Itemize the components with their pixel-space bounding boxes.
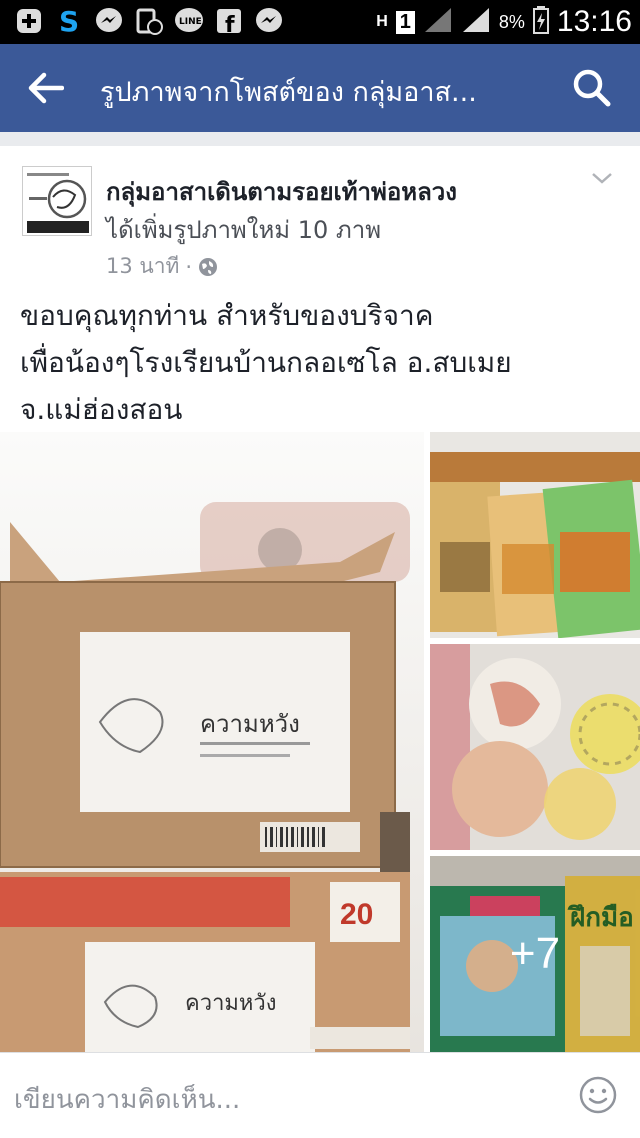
post-menu-button[interactable] [590,166,614,190]
svg-text:LINE: LINE [179,17,202,27]
group-avatar[interactable] [22,166,92,236]
notification-icons: S LINE f [14,6,284,36]
signal-icon [461,6,491,39]
comment-input[interactable]: เขียนความคิดเห็น... [14,1079,240,1120]
messenger-icon [254,6,284,36]
status-bar: S LINE f H 1 8% 13:16 [0,0,640,44]
search-icon [573,69,611,107]
smiley-icon [579,1076,617,1114]
post-action-text: ได้เพิ่มรูปภาพใหม่ 10 ภาพ [106,216,382,244]
photo-books[interactable]: ฝึกมือ +7 [430,856,640,1052]
network-type: H [376,13,388,30]
post-text-line: ขอบคุณทุกท่าน สำหรับของบริจาค [20,299,434,332]
post-message: ขอบคุณทุกท่าน สำหรับของบริจาค เพื่อน้องๆ… [20,292,630,433]
sim-badge: 1 [395,10,415,34]
globe-icon [199,257,218,276]
arrow-left-icon [28,72,64,104]
skype-icon: S [54,6,84,36]
post-header: กลุ่มอาสาเดินตามรอยเท้าพ่อหลวง ได้เพิ่มร… [0,146,640,286]
more-photos-count[interactable]: +7 [430,856,640,1052]
call-log-icon [134,6,164,36]
signal-icon [423,6,453,39]
post-text-line: เพื่อน้องๆโรงเรียนบ้านกลอเซโล อ.สบเมย [20,346,512,379]
svg-text:20: 20 [340,898,373,931]
app-bar: รูปภาพจากโพสต์ของ กลุ่มอาส... [0,44,640,132]
add-icon [14,6,44,36]
post-text-line: จ.แม่ฮ่องสอน [20,393,183,426]
svg-text:S: S [59,7,79,35]
line-icon: LINE [174,6,204,36]
messenger-icon [94,6,124,36]
group-name-link[interactable]: กลุ่มอาสาเดินตามรอยเท้าพ่อหลวง [106,172,457,211]
dot-separator: · [185,254,193,279]
battery-percent: 8% [498,11,525,32]
search-button[interactable] [570,66,614,110]
emoji-button[interactable] [578,1075,618,1115]
page-title: รูปภาพจากโพสต์ของ กลุ่มอาส... [100,77,477,108]
photo-sport-balls[interactable] [430,644,640,850]
battery-icon [532,5,549,39]
box-label-text: ความหวัง [200,710,300,738]
photo-grid: ความหวัง 20 ความหวัง ฝึกมือ +7 [0,432,640,1052]
back-button[interactable] [24,66,68,110]
facebook-icon: f [214,6,244,36]
svg-text:f: f [225,13,235,34]
time-text: 13 นาที [106,254,180,278]
photo-food-packets[interactable] [430,432,640,638]
post-timestamp[interactable]: 13 นาที · [106,250,218,283]
chevron-down-icon [592,173,612,184]
clock: 13:16 [556,5,632,38]
comment-bar: เขียนความคิดเห็น... [0,1052,640,1138]
photo-main-donation-boxes[interactable]: ความหวัง 20 ความหวัง [0,432,424,1052]
box-label-text: ความหวัง [185,991,277,1016]
divider [0,132,640,146]
system-status: H 1 8% 13:16 [376,0,632,44]
